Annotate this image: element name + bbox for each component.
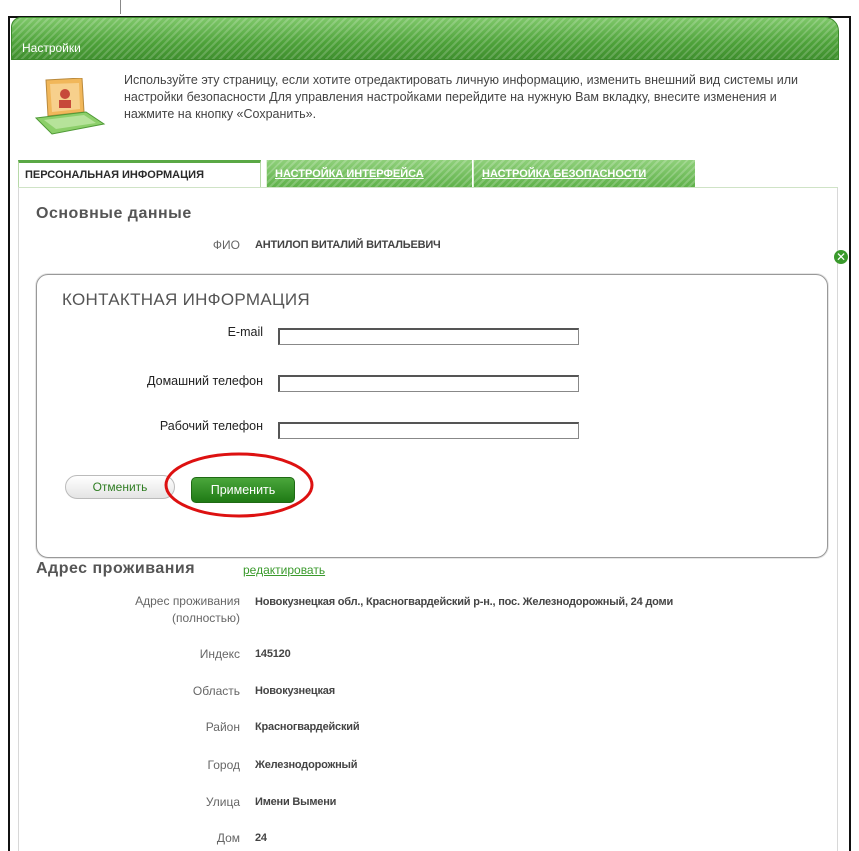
index-value: 145120	[255, 648, 291, 660]
home-phone-field[interactable]	[278, 375, 579, 392]
home-phone-label: Домашний телефон	[147, 374, 263, 388]
fio-value: АНТИЛОП ВИТАЛИЙ ВИТАЛЬЕВИЧ	[255, 239, 441, 251]
tab-bar: ПЕРСОНАЛЬНАЯ ИНФОРМАЦИЯ НАСТРОЙКА ИНТЕРФ…	[18, 160, 838, 188]
region-value: Новокузнецкая	[255, 685, 335, 697]
contact-info-dialog	[36, 274, 828, 558]
city-value: Железнодорожный	[255, 759, 358, 771]
tab-security-settings[interactable]: НАСТРОЙКА БЕЗОПАСНОСТИ	[473, 160, 695, 188]
work-phone-field[interactable]	[278, 422, 579, 439]
full-address-label: Адрес проживания (полностью)	[135, 594, 240, 625]
settings-header: Настройки	[11, 17, 839, 60]
full-address-value: Новокузнецкая обл., Красногвардейский р-…	[255, 596, 674, 608]
district-value: Красногвардейский	[255, 721, 360, 733]
region-label: Область	[192, 684, 240, 698]
page-title: Настройки	[22, 41, 81, 55]
edit-address-link[interactable]: редактировать	[243, 563, 325, 577]
district-label: Район	[205, 720, 240, 734]
highlight-annotation	[164, 452, 314, 518]
cancel-button[interactable]: Отменить	[65, 475, 175, 499]
address-title: Адрес проживания	[36, 560, 196, 577]
basic-data-title: Основные данные	[36, 205, 192, 222]
street-value: Имени Вымени	[255, 796, 337, 808]
close-icon[interactable]: ✕	[834, 250, 848, 264]
street-label: Улица	[205, 795, 240, 809]
fio-label: ФИО	[212, 238, 240, 252]
tab-personal-info[interactable]: ПЕРСОНАЛЬНАЯ ИНФОРМАЦИЯ	[18, 160, 261, 188]
intro-text: Используйте эту страницу, если хотите от…	[124, 73, 799, 121]
email-label: E-mail	[227, 325, 263, 339]
city-label: Город	[207, 758, 240, 772]
tab-interface-settings[interactable]: НАСТРОЙКА ИНТЕРФЕЙСА	[266, 160, 472, 188]
email-field[interactable]	[278, 328, 579, 345]
index-label: Индекс	[199, 647, 240, 661]
dialog-title: КОНТАКТНАЯ ИНФОРМАЦИЯ	[62, 290, 310, 309]
top-tick-mark	[120, 0, 121, 14]
house-label: Дом	[216, 831, 240, 845]
settings-laptop-icon	[34, 78, 106, 135]
work-phone-label: Рабочий телефон	[159, 419, 263, 433]
house-value: 24	[255, 832, 267, 844]
